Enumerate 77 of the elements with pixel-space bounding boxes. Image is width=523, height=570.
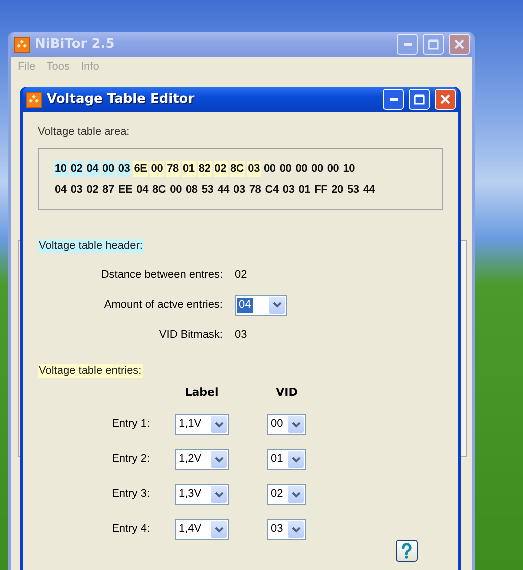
close-icon xyxy=(454,39,465,50)
hex-byte: 00 xyxy=(263,162,277,177)
hex-byte: 10 xyxy=(342,162,356,177)
minimize-button[interactable] xyxy=(383,89,404,110)
section-heading: Voltage table header: xyxy=(38,239,144,253)
hex-byte: C4 xyxy=(264,183,280,198)
field-label: Amount of actve entries: xyxy=(103,298,223,313)
hex-byte: 00 xyxy=(326,162,340,177)
vid-dropdown[interactable]: 02 xyxy=(267,484,306,505)
hex-byte: 00 xyxy=(278,162,293,177)
voltage-dropdown[interactable]: 1,3V xyxy=(175,484,229,505)
hex-byte: 8C xyxy=(152,183,168,198)
entry-label: Entry 2: xyxy=(111,452,151,467)
vid-dropdown[interactable]: 03 xyxy=(267,519,306,540)
minimize-icon xyxy=(404,43,412,46)
hex-byte: 20 xyxy=(330,183,344,198)
field-value: 03 xyxy=(235,329,248,341)
field-value: 02 xyxy=(235,269,248,281)
hex-byte: 78 xyxy=(166,161,180,177)
hex-byte: 03 xyxy=(70,183,84,198)
entry-label: Entry 1: xyxy=(111,417,151,432)
voltage-dropdown[interactable]: 1,2V xyxy=(175,449,229,470)
hex-byte: 44 xyxy=(362,183,376,198)
hex-byte: 00 xyxy=(102,161,116,177)
hex-byte: 8C xyxy=(230,161,246,177)
maximize-button[interactable] xyxy=(409,89,430,110)
close-icon xyxy=(440,94,451,105)
minimize-icon xyxy=(390,98,398,101)
question-mark-icon xyxy=(401,543,413,559)
entries-count-dropdown[interactable]: 04 xyxy=(235,294,287,316)
hex-byte: 00 xyxy=(294,162,309,177)
hex-byte: 53 xyxy=(200,183,215,198)
hex-byte: EE xyxy=(117,183,134,198)
vid-dropdown[interactable]: 00 xyxy=(267,414,306,435)
voltage-dropdown[interactable]: 1,1V xyxy=(175,414,229,435)
hex-byte: 03 xyxy=(232,183,246,198)
hex-byte: 02 xyxy=(86,183,100,198)
vid-dropdown[interactable]: 01 xyxy=(267,449,306,470)
hex-byte: 44 xyxy=(216,183,231,198)
close-button[interactable] xyxy=(435,89,456,110)
hex-byte: 01 xyxy=(298,183,312,198)
entry-label: Entry 4: xyxy=(111,522,151,537)
hex-byte: 02 xyxy=(70,161,84,177)
hex-byte: 00 xyxy=(169,183,184,198)
hex-byte: 78 xyxy=(248,183,262,198)
hex-byte: 03 xyxy=(282,183,296,198)
field-label: Dstance between entres: xyxy=(100,268,223,283)
column-header: VID xyxy=(275,386,299,401)
entry-label: Entry 3: xyxy=(111,487,151,502)
maximize-icon xyxy=(428,39,439,50)
hex-byte: 02 xyxy=(214,161,228,177)
section-heading: Voltage table entries: xyxy=(38,364,143,378)
section-label: Voltage table area: xyxy=(38,126,131,138)
maximize-icon xyxy=(414,94,425,105)
hex-byte: 53 xyxy=(346,183,360,198)
hex-byte: 00 xyxy=(150,161,164,177)
hex-byte: 04 xyxy=(54,183,68,198)
hex-byte: 03 xyxy=(247,161,262,177)
field-label: VID Bitmask: xyxy=(158,328,223,343)
window-title: NiBiTor 2.5 xyxy=(35,37,116,52)
hex-byte: 03 xyxy=(117,161,132,177)
hex-byte: 00 xyxy=(310,162,324,177)
voltage-dropdown[interactable]: 1,4V xyxy=(175,519,229,540)
hex-byte: 82 xyxy=(198,161,212,177)
hex-byte: 04 xyxy=(136,183,150,198)
hex-byte: 6E xyxy=(133,161,148,177)
window-title: Voltage Table Editor xyxy=(47,92,196,107)
hex-byte: 08 xyxy=(185,183,199,198)
hex-byte: 01 xyxy=(182,161,196,177)
app-icon xyxy=(26,92,42,108)
hex-byte: FF xyxy=(314,183,329,198)
hex-byte: 10 xyxy=(54,161,68,177)
help-button[interactable] xyxy=(396,540,418,562)
column-header: Label xyxy=(184,386,220,401)
app-icon xyxy=(14,36,30,52)
hex-byte: 87 xyxy=(102,183,116,198)
hex-byte: 04 xyxy=(86,161,100,177)
